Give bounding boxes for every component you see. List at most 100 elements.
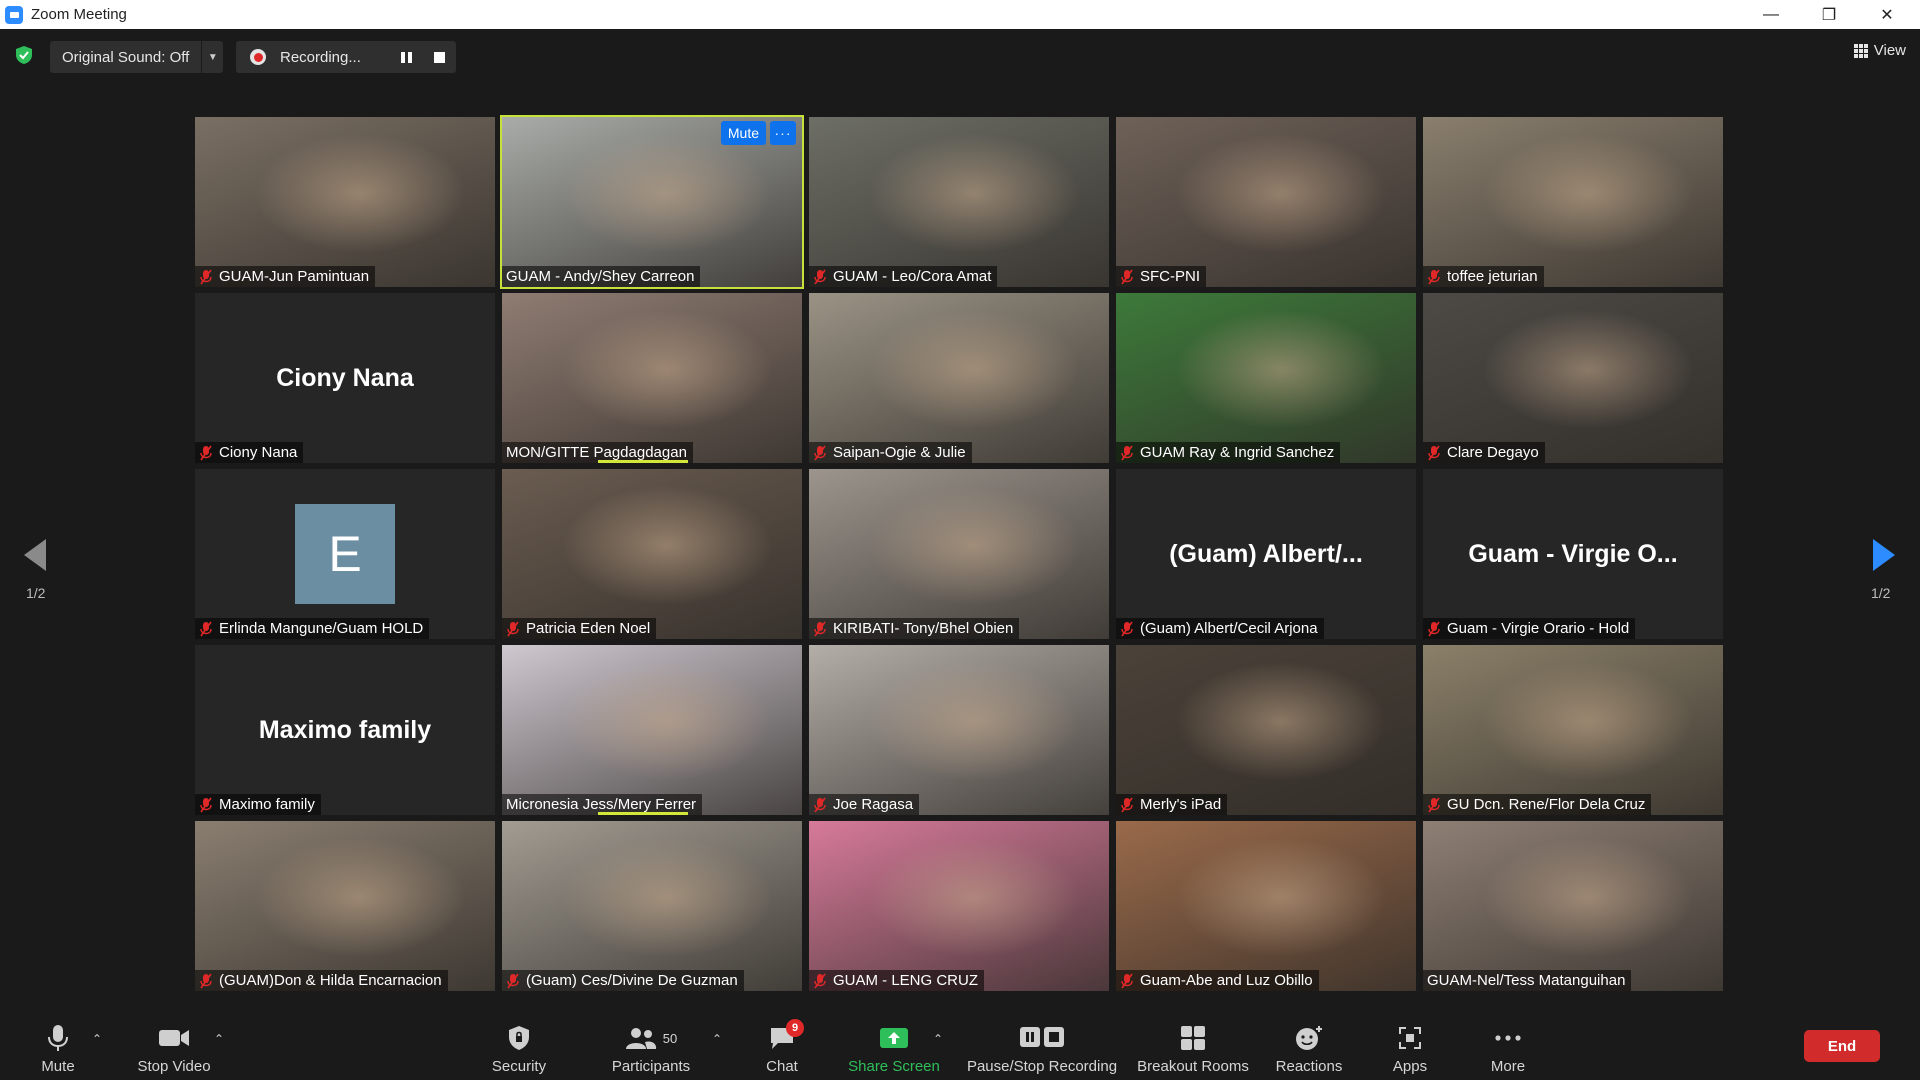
stop-recording-button[interactable] (429, 47, 449, 67)
view-label: View (1873, 42, 1906, 59)
restore-icon[interactable]: ❐ (1800, 0, 1858, 29)
participant-tile[interactable]: KIRIBATI- Tony/Bhel Obien (809, 469, 1109, 639)
participant-tile[interactable]: Joe Ragasa (809, 645, 1109, 815)
meeting-toolbar: Mute ⌃ Stop Video ⌃ Security 50 Particip… (0, 1012, 1920, 1080)
breakout-rooms-icon (1179, 1022, 1207, 1054)
original-sound-label: Original Sound: Off (62, 48, 190, 66)
participants-label: Participants (611, 1058, 691, 1075)
participant-name: GUAM-Nel/Tess Matanguihan (1427, 972, 1626, 989)
participant-video (502, 293, 802, 463)
participant-name: Clare Degayo (1447, 444, 1539, 461)
participants-caret-icon[interactable]: ⌃ (712, 1032, 722, 1046)
security-label: Security (491, 1058, 547, 1075)
participant-name: Maximo family (219, 796, 315, 813)
share-options-caret-icon[interactable]: ⌃ (933, 1032, 943, 1046)
participant-video (1423, 821, 1723, 991)
stop-icon (433, 51, 445, 63)
participant-name: MON/GITTE Pagdagdagan (506, 444, 687, 461)
participant-name-bar: Clare Degayo (1423, 442, 1545, 463)
participant-name-bar: Guam-Abe and Luz Obillo (1116, 970, 1319, 991)
view-button[interactable]: View (1853, 42, 1906, 59)
participant-tile[interactable]: GUAM Ray & Ingrid Sanchez (1116, 293, 1416, 463)
audio-options-caret-icon[interactable]: ⌃ (92, 1032, 102, 1046)
participant-name: (GUAM)Don & Hilda Encarnacion (219, 972, 442, 989)
tile-more-options-button[interactable]: ··· (770, 121, 796, 145)
participant-name: GUAM-Jun Pamintuan (219, 268, 370, 285)
breakout-rooms-button[interactable]: Breakout Rooms (1136, 1012, 1250, 1080)
tile-mute-button[interactable]: Mute (720, 121, 766, 145)
participant-tile[interactable]: GUAM - Andy/Shey Carreon Mute ··· (500, 115, 804, 289)
participant-tile[interactable]: Micronesia Jess/Mery Ferrer (502, 645, 802, 815)
participant-tile[interactable]: GUAM-Jun Pamintuan (195, 117, 495, 287)
recording-indicator: Recording... (236, 41, 456, 73)
security-button[interactable]: Security (482, 1012, 556, 1080)
participant-tile[interactable]: Clare Degayo (1423, 293, 1723, 463)
apps-button[interactable]: Apps (1388, 1012, 1432, 1080)
participant-tile[interactable]: Saipan-Ogie & Julie (809, 293, 1109, 463)
participant-tile[interactable]: Maximo family Maximo family (195, 645, 495, 815)
participant-video (809, 821, 1109, 991)
participant-tile[interactable]: GUAM - Leo/Cora Amat (809, 117, 1109, 287)
chat-button[interactable]: 9 Chat (760, 1012, 804, 1080)
next-page-icon[interactable] (1867, 535, 1901, 575)
pause-stop-recording-button[interactable]: Pause/Stop Recording (964, 1012, 1120, 1080)
close-icon[interactable]: ✕ (1858, 0, 1916, 29)
chat-icon: 9 (768, 1019, 804, 1054)
pause-recording-button[interactable] (396, 47, 416, 67)
previous-page-icon[interactable] (18, 535, 52, 575)
participant-name-bar: GUAM - LENG CRUZ (809, 970, 985, 991)
chevron-down-icon[interactable]: ▼ (201, 41, 223, 73)
muted-microphone-icon (507, 621, 519, 636)
muted-microphone-icon (814, 269, 826, 284)
participant-tile[interactable]: Merly's iPad (1116, 645, 1416, 815)
participant-tile[interactable]: (Guam) Ces/Divine De Guzman (502, 821, 802, 991)
participant-name-bar: Ciony Nana (195, 442, 304, 463)
participant-tile[interactable]: Patricia Eden Noel (502, 469, 802, 639)
participant-tile[interactable]: SFC-PNI (1116, 117, 1416, 287)
muted-microphone-icon (1121, 269, 1133, 284)
video-options-caret-icon[interactable]: ⌃ (214, 1032, 224, 1046)
muted-microphone-icon (200, 621, 212, 636)
encryption-shield-icon[interactable] (14, 45, 34, 65)
share-screen-button[interactable]: Share Screen (846, 1012, 942, 1080)
participant-tile[interactable]: (GUAM)Don & Hilda Encarnacion (195, 821, 495, 991)
more-button[interactable]: More (1486, 1012, 1530, 1080)
participant-tile[interactable]: E Erlinda Mangune/Guam HOLD (195, 469, 495, 639)
participant-tile[interactable]: (Guam) Albert/... (Guam) Albert/Cecil Arj… (1116, 469, 1416, 639)
participant-name-bar: (Guam) Albert/Cecil Arjona (1116, 618, 1324, 639)
meeting-top-bar: Original Sound: Off ▼ Recording... View (0, 29, 1920, 81)
reactions-button[interactable]: Reactions (1272, 1012, 1346, 1080)
participant-tile[interactable]: toffee jeturian (1423, 117, 1723, 287)
participant-name: GUAM - Andy/Shey Carreon (506, 268, 695, 285)
participant-tile[interactable]: Guam - Virgie O... Guam - Virgie Orario -… (1423, 469, 1723, 639)
participant-name: SFC-PNI (1140, 268, 1200, 285)
participant-tile[interactable]: GUAM-Nel/Tess Matanguihan (1423, 821, 1723, 991)
participant-tile[interactable]: MON/GITTE Pagdagdagan (502, 293, 802, 463)
participant-tile[interactable]: GU Dcn. Rene/Flor Dela Cruz (1423, 645, 1723, 815)
participant-video (195, 117, 495, 287)
participant-name: Ciony Nana (219, 444, 298, 461)
participant-video (195, 821, 495, 991)
stop-video-button[interactable]: Stop Video (130, 1012, 218, 1080)
muted-microphone-icon (814, 797, 826, 812)
original-sound-toggle[interactable]: Original Sound: Off ▼ (50, 41, 224, 73)
minimize-icon[interactable]: — (1742, 0, 1800, 29)
participants-button[interactable]: 50 Participants (606, 1012, 696, 1080)
participant-name: Merly's iPad (1140, 796, 1222, 813)
reactions-label: Reactions (1275, 1058, 1343, 1075)
muted-microphone-icon (1428, 797, 1440, 812)
chat-unread-badge: 9 (786, 1019, 804, 1037)
participant-name-bar: Erlinda Mangune/Guam HOLD (195, 618, 430, 639)
apps-label: Apps (1392, 1058, 1428, 1075)
share-screen-icon (879, 1022, 909, 1054)
mute-button[interactable]: Mute (30, 1012, 86, 1080)
window-title: Zoom Meeting (31, 6, 127, 23)
participant-tile[interactable]: GUAM - LENG CRUZ (809, 821, 1109, 991)
mute-label: Mute (41, 1058, 75, 1075)
end-meeting-button[interactable]: End (1804, 1030, 1880, 1062)
participant-tile[interactable]: Guam-Abe and Luz Obillo (1116, 821, 1416, 991)
participant-tile[interactable]: Ciony Nana Ciony Nana (195, 293, 495, 463)
speaking-indicator (598, 460, 688, 463)
muted-microphone-icon (200, 445, 212, 460)
grid-icon (1853, 43, 1868, 58)
